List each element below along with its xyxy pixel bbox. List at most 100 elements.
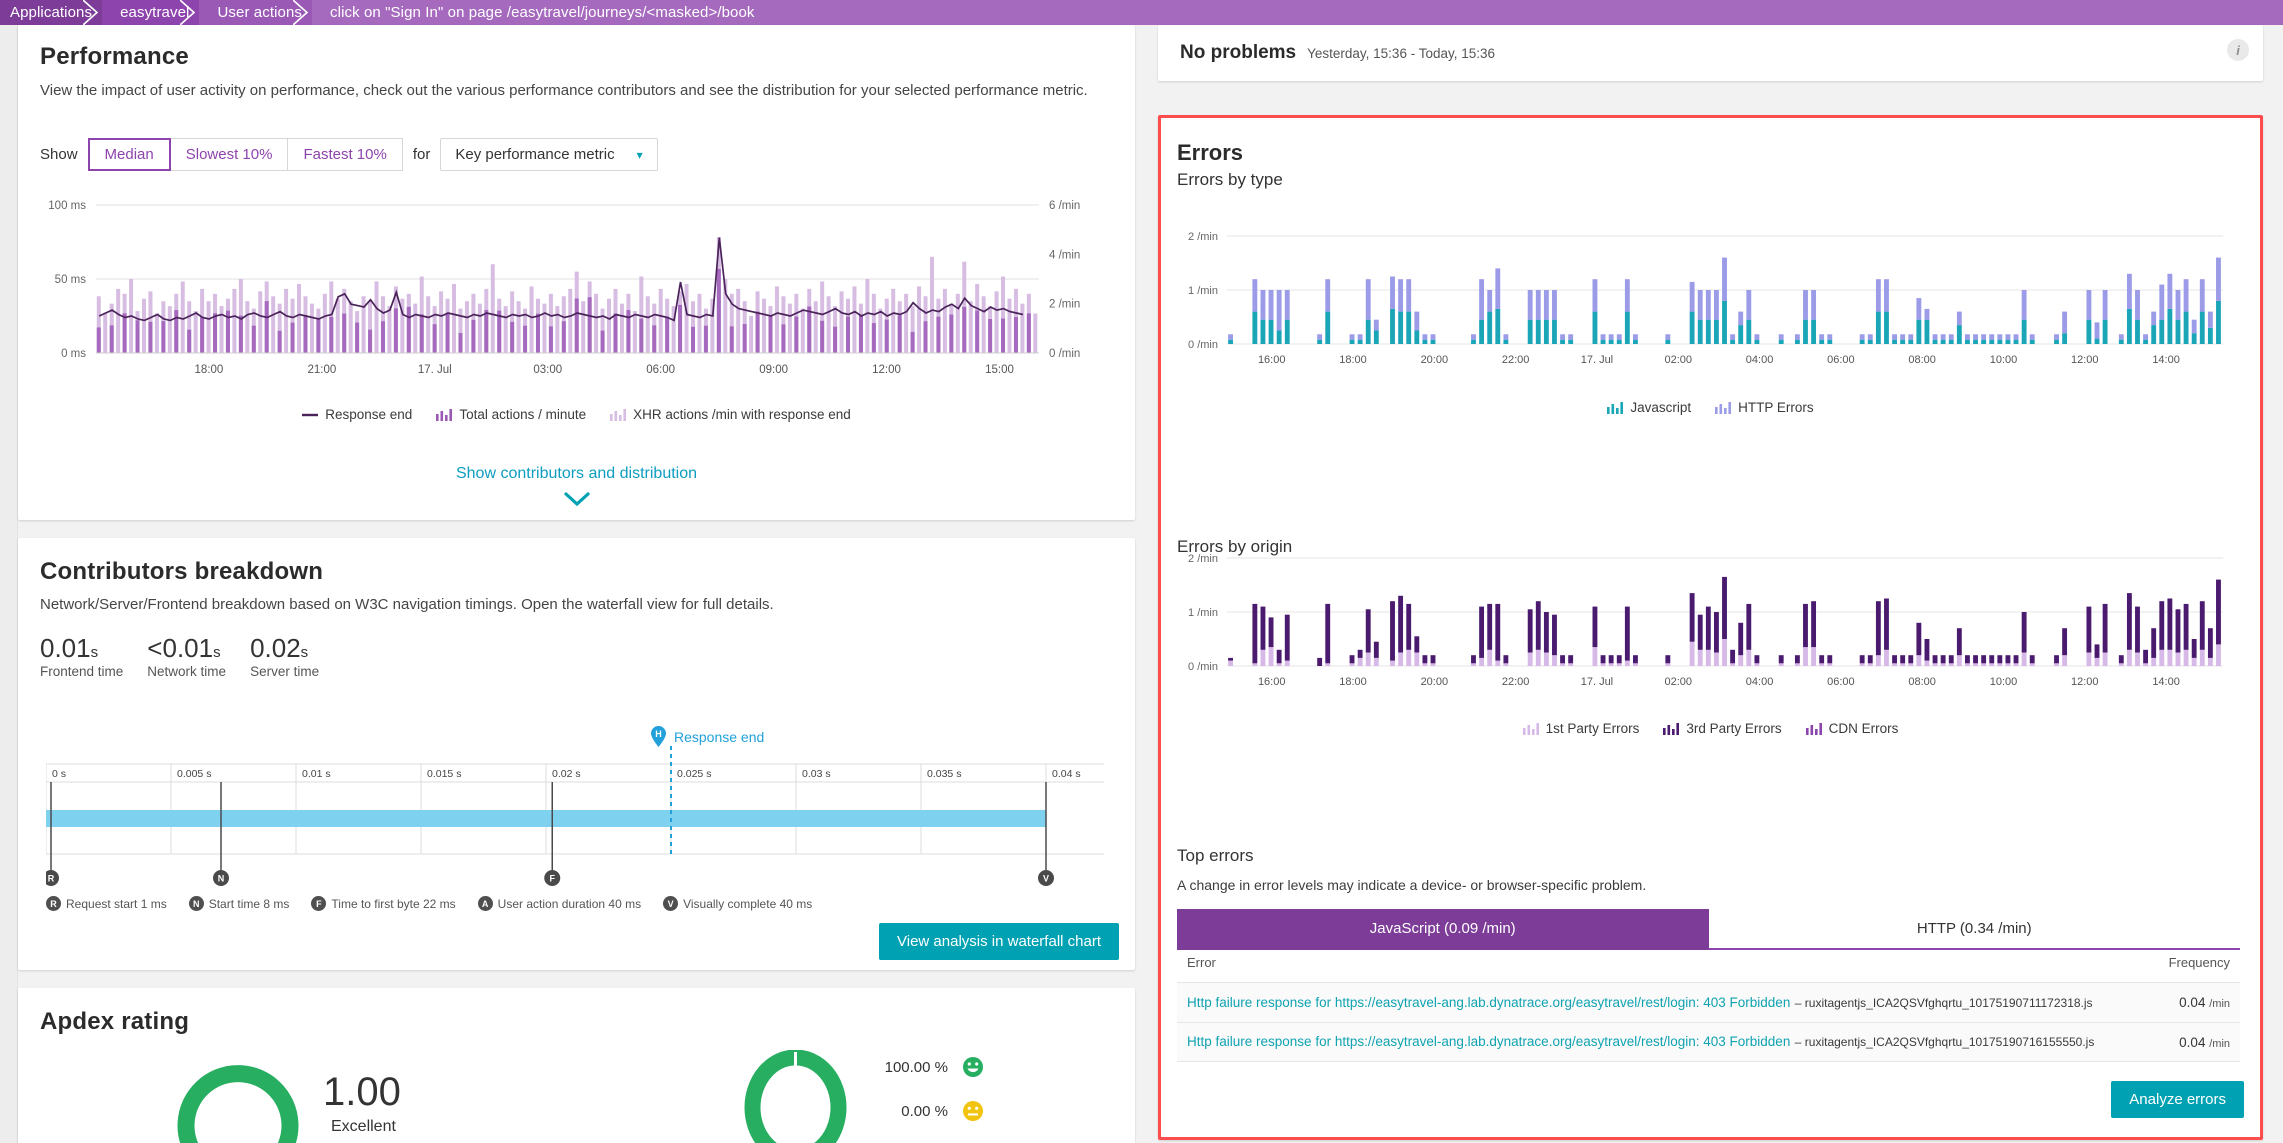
svg-text:0.01 s: 0.01 s xyxy=(302,768,331,780)
svg-text:4 /min: 4 /min xyxy=(1049,249,1080,261)
metric-value: 0.01 xyxy=(40,633,91,663)
legend-label: 1st Party Errors xyxy=(1545,721,1640,736)
contributors-breakdown-card: Contributors breakdown Network/Server/Fr… xyxy=(18,538,1135,970)
svg-text:0 /min: 0 /min xyxy=(1188,661,1218,673)
segment-fastest-10[interactable]: Fastest 10% xyxy=(288,138,403,171)
breadcrumb-item-easytravel[interactable]: easytravel xyxy=(102,0,200,25)
apdex-tolerating-row: 0.00 % xyxy=(853,1100,984,1122)
frequency-unit: /min xyxy=(2209,998,2230,1010)
error-frequency: 0.04 /min xyxy=(2179,1035,2230,1050)
no-problems-time-range: Yesterday, 15:36 - Today, 15:36 xyxy=(1307,45,1496,61)
marker-badge-a: A xyxy=(477,896,493,911)
apdex-rating-card: Apdex rating 1.00 Excellent 100.00 % 0.0… xyxy=(18,988,1135,1143)
svg-text:N: N xyxy=(218,874,225,884)
svg-text:08:00: 08:00 xyxy=(1908,676,1936,688)
tab-http[interactable]: HTTP (0.34 /min) xyxy=(1708,909,2240,950)
svg-text:10:00: 10:00 xyxy=(1990,354,2018,366)
marker-legend-request-start: R Request start 1 ms xyxy=(46,896,167,911)
waterfall-timeline: 0 s 0.005 s 0.01 s 0.015 s 0.02 s 0.025 s 0.03… xyxy=(46,746,1104,886)
svg-text:16:00: 16:00 xyxy=(1258,354,1286,366)
frequency-value: 0.04 xyxy=(2179,1034,2206,1050)
view-waterfall-button[interactable]: View analysis in waterfall chart xyxy=(879,923,1119,960)
analyze-errors-button[interactable]: Analyze errors xyxy=(2111,1081,2244,1118)
breadcrumb-item-current-action: click on "Sign In" on page /easytravel/j… xyxy=(312,0,2283,25)
legend-item-response-end: Response end xyxy=(302,407,412,422)
svg-text:14:00: 14:00 xyxy=(2152,676,2180,688)
metric-caption: Server time xyxy=(250,664,320,679)
metric-select[interactable]: Key performance metric ▾ xyxy=(440,138,658,171)
metric-caption: Frontend time xyxy=(40,664,124,679)
metric-server-time: 0.02s Server time xyxy=(250,633,319,679)
marker-legend-user-action-duration: A User action duration 40 ms xyxy=(477,896,641,911)
svg-text:06:00: 06:00 xyxy=(1827,676,1855,688)
bars-marker-icon xyxy=(1607,401,1624,414)
svg-text:0 /min: 0 /min xyxy=(1188,339,1218,351)
marker-badge-n: N xyxy=(188,896,204,911)
errors-card: Errors Errors by type 0 /min 1 /min 2 /min… xyxy=(1158,115,2263,1140)
waterfall-marker-legend: R Request start 1 ms N Start time 8 ms F… xyxy=(46,896,812,911)
breadcrumb-label: easytravel xyxy=(120,4,190,21)
svg-text:0.04 s: 0.04 s xyxy=(1052,768,1081,780)
svg-text:04:00: 04:00 xyxy=(1746,354,1774,366)
segment-slowest-10[interactable]: Slowest 10% xyxy=(170,138,289,171)
svg-text:20:00: 20:00 xyxy=(1421,354,1449,366)
column-header-frequency: Frequency xyxy=(2168,955,2230,970)
svg-text:0.015 s: 0.015 s xyxy=(427,768,461,780)
svg-text:22:00: 22:00 xyxy=(1502,354,1530,366)
top-errors-tabs: JavaScript (0.09 /min) HTTP (0.34 /min) xyxy=(1177,909,2240,950)
metric-network-time: <0.01s Network time xyxy=(147,633,226,679)
frequency-value: 0.04 xyxy=(2179,995,2206,1010)
breadcrumb-item-applications[interactable]: Applications xyxy=(0,0,103,25)
breadcrumb-item-user-actions[interactable]: User actions xyxy=(199,0,313,25)
apdex-score: 1.00 xyxy=(323,1070,401,1114)
metric-caption: Network time xyxy=(147,664,227,679)
bars-marker-icon xyxy=(436,408,453,421)
apdex-tolerating-value: 0.00 % xyxy=(901,1102,948,1120)
legend-item-1st-party-errors: 1st Party Errors xyxy=(1522,721,1640,736)
apdex-satisfied-value: 100.00 % xyxy=(884,1058,948,1076)
show-contributors-link[interactable]: Show contributors and distribution xyxy=(456,465,697,482)
legend-item-xhr-actions: XHR actions /min with response end xyxy=(610,407,851,422)
marker-label: Visually complete 40 ms xyxy=(683,896,813,911)
error-link[interactable]: Http failure response for https://easytr… xyxy=(1187,995,1790,1010)
performance-filter-row: Show Median Slowest 10% Fastest 10% for … xyxy=(40,138,658,171)
marker-legend-start-time: N Start time 8 ms xyxy=(188,896,289,911)
page-title: Performance xyxy=(40,43,189,70)
segment-median[interactable]: Median xyxy=(87,138,171,171)
for-label: for xyxy=(412,146,431,163)
table-row[interactable]: Http failure response for https://easytr… xyxy=(1177,1022,2240,1062)
bars-marker-icon xyxy=(1715,401,1732,414)
chevron-down-icon: ▾ xyxy=(636,147,643,162)
performance-card: Performance View the impact of user acti… xyxy=(18,25,1135,520)
bars-marker-icon xyxy=(1805,722,1822,735)
percentile-button-group: Median Slowest 10% Fastest 10% xyxy=(87,138,403,171)
legend-item-cdn-errors: CDN Errors xyxy=(1805,721,1899,736)
metric-unit: s xyxy=(213,644,221,661)
expand-chevron-wrap[interactable] xyxy=(18,492,1135,511)
errors-by-origin-legend: 1st Party Errors 3rd Party Errors CDN Er… xyxy=(1161,721,2260,736)
svg-text:0.03 s: 0.03 s xyxy=(802,768,831,780)
svg-text:0.02 s: 0.02 s xyxy=(552,768,581,780)
bars-marker-icon xyxy=(1522,722,1539,735)
errors-by-type-legend: Javascript HTTP Errors xyxy=(1161,400,2260,415)
performance-chart-legend: Response end Total actions / minute XHR … xyxy=(18,407,1135,422)
column-header-error: Error xyxy=(1187,955,1216,970)
legend-label: 3rd Party Errors xyxy=(1686,721,1782,736)
legend-item-http-errors: HTTP Errors xyxy=(1715,400,1814,415)
marker-legend-visually-complete: V Visually complete 40 ms xyxy=(663,896,812,911)
svg-text:10:00: 10:00 xyxy=(1990,676,2018,688)
legend-label: CDN Errors xyxy=(1828,721,1899,736)
info-icon[interactable]: i xyxy=(2227,39,2249,61)
svg-text:04:00: 04:00 xyxy=(1746,676,1774,688)
svg-text:F: F xyxy=(550,874,556,884)
legend-item-javascript: Javascript xyxy=(1607,400,1691,415)
breadcrumb-label: User actions xyxy=(217,4,303,21)
error-link[interactable]: Http failure response for https://easytr… xyxy=(1187,1034,1790,1049)
tab-javascript[interactable]: JavaScript (0.09 /min) xyxy=(1177,909,1709,950)
svg-text:100 ms: 100 ms xyxy=(48,200,86,212)
show-label: Show xyxy=(40,146,78,163)
svg-text:09:00: 09:00 xyxy=(759,364,788,376)
table-row[interactable]: Http failure response for https://easytr… xyxy=(1177,982,2240,1022)
svg-text:H: H xyxy=(655,729,662,739)
svg-text:2 /min: 2 /min xyxy=(1188,231,1218,243)
